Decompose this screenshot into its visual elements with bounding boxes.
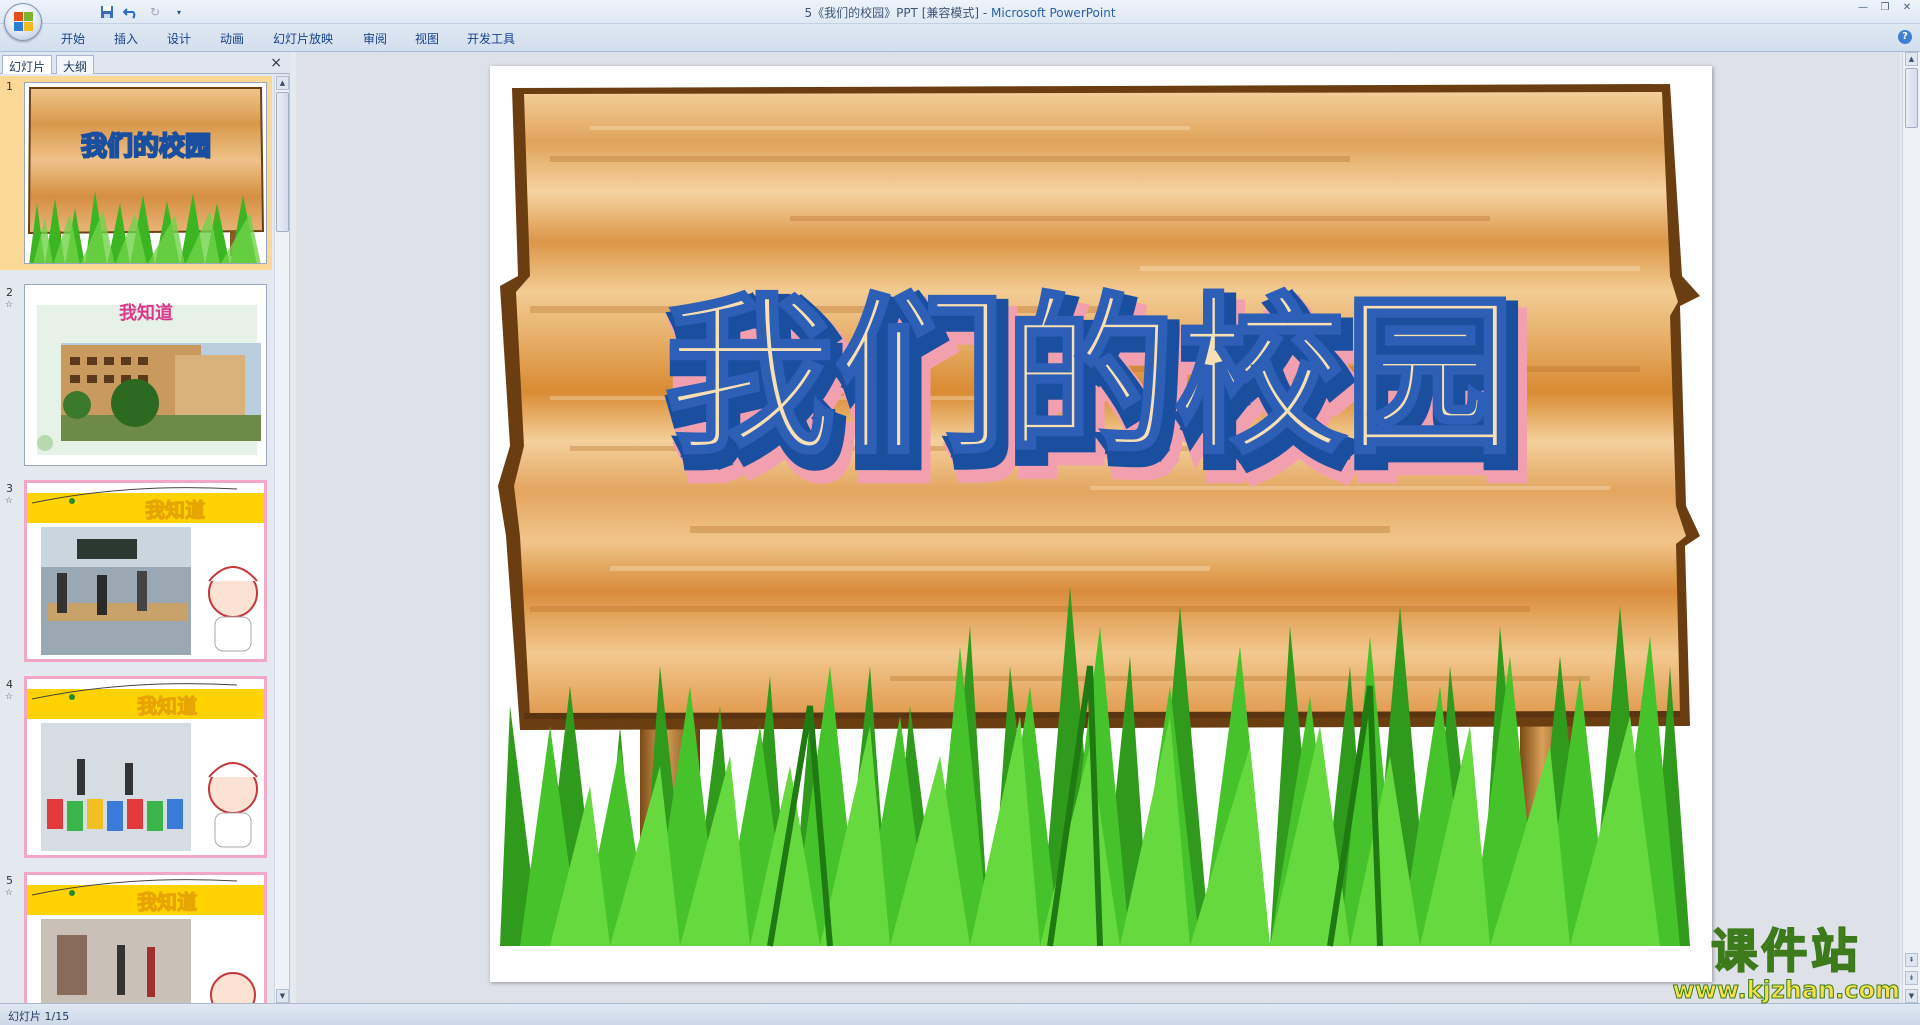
thumbnail-image: 我知道 — [24, 872, 267, 1003]
slide-title[interactable]: 我们的校园 我们的校园 我们的校园 — [663, 277, 1538, 508]
restore-icon[interactable]: ❐ — [1878, 2, 1892, 14]
current-slide[interactable]: 我们的校园 我们的校园 我们的校园 — [490, 66, 1712, 982]
watermark-url: www.kjzhan.com — [1672, 976, 1900, 1005]
slide-number: 4 — [6, 678, 13, 691]
pane-tabs: 幻灯片 大纲 × — [0, 52, 290, 74]
site-watermark: 课件站 www.kjzhan.com — [1672, 924, 1900, 1005]
tab-slideshow[interactable]: 幻灯片放映 — [273, 30, 333, 47]
thumbnail-scrollbar[interactable]: ▲ ▼ — [274, 76, 289, 1003]
thumbnail-image: 我们的校园 — [24, 82, 267, 264]
office-button[interactable] — [4, 3, 42, 41]
thumbnail-image: 我知道 — [24, 480, 267, 662]
tab-developer[interactable]: 开发工具 — [467, 30, 515, 47]
slide-counter: 幻灯片 1/15 — [8, 1010, 70, 1023]
close-pane-icon[interactable]: × — [270, 55, 282, 71]
tab-slides[interactable]: 幻灯片 — [2, 55, 53, 74]
scroll-down-icon[interactable]: ▼ — [276, 989, 289, 1003]
tab-home[interactable]: 开始 — [61, 30, 85, 47]
app-name: Microsoft PowerPoint — [991, 6, 1116, 20]
slide-artwork: 我们的校园 我们的校园 我们的校园 — [498, 84, 1700, 947]
thumbnail-slide-4[interactable]: 4 ☆ 我知道 — [0, 674, 272, 868]
window-title: 5《我们的校园》PPT [兼容模式] - Microsoft PowerPoin… — [0, 4, 1920, 21]
slides-pane: 幻灯片 大纲 × 1 我们的校园 2 ☆ 我知道 3 ☆ 我知道 4 ☆ 我知道… — [0, 52, 290, 1003]
thumbnail-title: 我知道 — [119, 302, 173, 324]
animation-star-icon: ☆ — [5, 300, 14, 310]
thumbnail-title: 我知道 — [145, 498, 205, 522]
thumbnail-image: 我知道 — [24, 676, 267, 858]
minimize-icon[interactable]: — — [1856, 2, 1870, 14]
thumbnail-image: 我知道 — [24, 284, 267, 466]
tab-outline[interactable]: 大纲 — [56, 55, 95, 74]
document-title: 5《我们的校园》PPT [兼容模式] — [804, 6, 980, 20]
slide-title-text: 我们的校园 — [665, 279, 1515, 477]
scroll-thumb[interactable] — [1905, 68, 1918, 128]
tab-insert[interactable]: 插入 — [114, 30, 138, 47]
slide-number: 5 — [6, 874, 13, 887]
window-controls: — ❐ ✕ — [1856, 2, 1914, 14]
previous-slide-icon[interactable]: ⇞ — [1905, 953, 1918, 967]
tab-view[interactable]: 视图 — [415, 30, 439, 47]
scroll-down-icon[interactable]: ▼ — [1905, 989, 1918, 1003]
slide-number: 2 — [6, 286, 13, 299]
thumbnail-title: 我知道 — [137, 694, 197, 718]
office-logo-icon — [14, 12, 34, 32]
slide-thumbnails: 1 我们的校园 2 ☆ 我知道 3 ☆ 我知道 4 ☆ 我知道 5 ☆ 我知道 — [0, 76, 272, 1003]
scroll-up-icon[interactable]: ▲ — [276, 76, 289, 90]
slide-number: 1 — [6, 80, 13, 93]
thumbnail-title: 我们的校园 — [81, 131, 211, 162]
tab-design[interactable]: 设计 — [167, 30, 191, 47]
close-icon[interactable]: ✕ — [1900, 2, 1914, 14]
slide-number: 3 — [6, 482, 13, 495]
ribbon-tabs: 开始 插入 设计 动画 幻灯片放映 审阅 视图 开发工具 ? — [0, 24, 1920, 52]
thumbnail-slide-1[interactable]: 1 我们的校园 — [0, 76, 272, 270]
title-bar: ↻ ▾ 5《我们的校园》PPT [兼容模式] - Microsoft Power… — [0, 0, 1920, 24]
thumbnail-title: 我知道 — [137, 890, 197, 914]
scroll-up-icon[interactable]: ▲ — [1905, 52, 1918, 66]
animation-star-icon: ☆ — [5, 496, 14, 506]
tab-animations[interactable]: 动画 — [220, 30, 244, 47]
thumbnail-slide-5[interactable]: 5 ☆ 我知道 — [0, 870, 272, 1003]
animation-star-icon: ☆ — [5, 888, 14, 898]
animation-star-icon: ☆ — [5, 692, 14, 702]
status-bar: 幻灯片 1/15 — [0, 1003, 1920, 1025]
tab-review[interactable]: 审阅 — [363, 30, 387, 47]
scroll-thumb[interactable] — [276, 92, 289, 232]
thumbnail-slide-2[interactable]: 2 ☆ 我知道 — [0, 282, 272, 476]
thumbnail-slide-3[interactable]: 3 ☆ 我知道 — [0, 478, 272, 672]
next-slide-icon[interactable]: ⇟ — [1905, 971, 1918, 985]
help-icon[interactable]: ? — [1898, 30, 1912, 44]
title-separator: - — [979, 6, 992, 20]
editor-scrollbar[interactable]: ▲ ⇞ ⇟ ▼ — [1902, 52, 1920, 1003]
watermark-logo-text: 课件站 — [1710, 924, 1862, 978]
